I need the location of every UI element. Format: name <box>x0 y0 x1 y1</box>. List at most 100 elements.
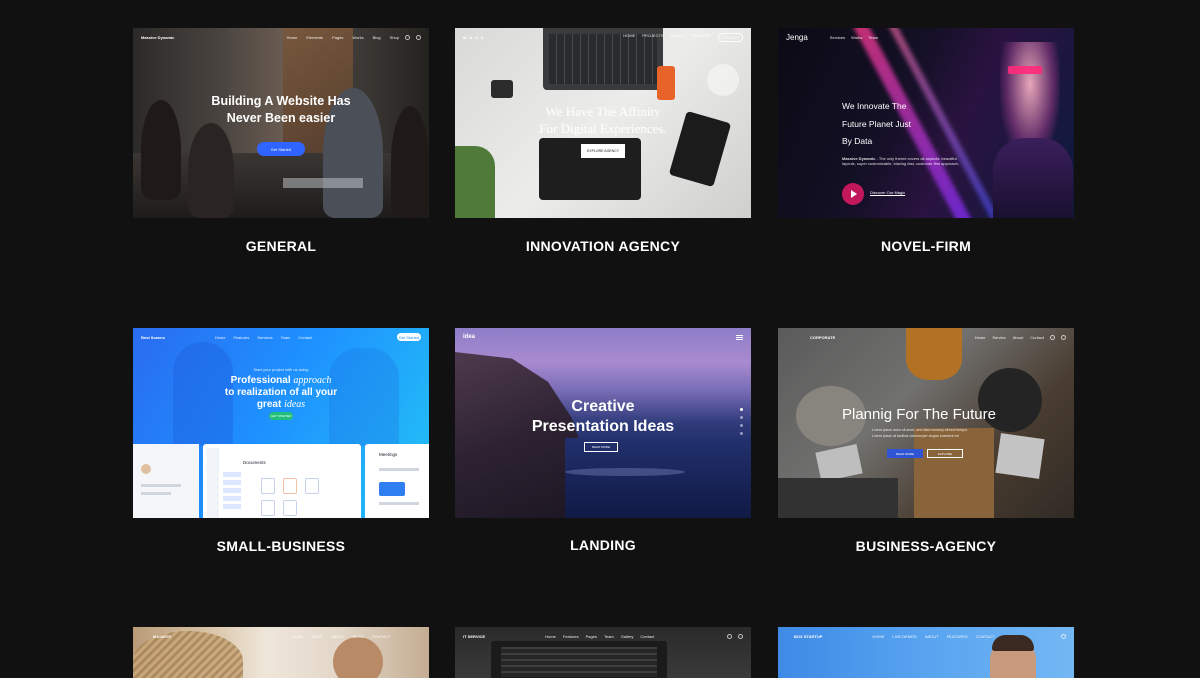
preview-subline-2: Lorem ipsum at facilisis ullamcorper cin… <box>872 434 959 438</box>
preview-nav-item: Pages <box>332 34 344 40</box>
preview-nav-item: Blog <box>372 34 381 40</box>
preview-headline-2: Never Been easier <box>226 111 336 125</box>
preview-nav-item: ABOUT <box>670 32 685 38</box>
theme-title-business-agency[interactable]: BUSINESS-AGENCY <box>778 538 1074 554</box>
theme-card-small-business[interactable]: Best Scaens Home Features Services Team … <box>133 328 429 554</box>
preview-cta-button: Get Started <box>257 142 305 156</box>
theme-thumbnail-general[interactable]: Massive Dynamic Home Elements Pages Work… <box>133 28 429 218</box>
preview-subline-1: Lorem ipsum dolor sit amet, sed diam non… <box>872 428 968 432</box>
preview-nav-item: HOME <box>291 633 304 639</box>
preview-nav-cta: Get Started <box>397 333 421 341</box>
preview-headline-2: Future Planet Just <box>842 119 911 129</box>
preview-nav-item: Team <box>603 633 614 639</box>
theme-card-business-agency[interactable]: CORPORATE Home Service About Contact Pla… <box>778 328 1074 554</box>
theme-title-small-business[interactable]: SMALL-BUSINESS <box>133 538 429 554</box>
preview-nav-item: Gallery <box>620 633 634 639</box>
search-icon <box>738 633 743 639</box>
preview-nav-item: Features <box>233 334 250 340</box>
preview-nav-item: CONTACT <box>975 633 995 639</box>
mockup-title: Meetings <box>379 452 398 457</box>
theme-card-row3-3[interactable]: BOX STARTUP HOME LIVE DEMOS ABOUT FEATUR… <box>778 627 1074 678</box>
search-icon <box>1061 633 1066 639</box>
search-icon <box>416 34 421 40</box>
preview-nav-item: HOME <box>623 32 636 38</box>
preview-nav: Jenga Services Works Team <box>778 28 1074 46</box>
preview-nav-item: Contact <box>640 633 655 639</box>
preview-cta-link: Discover Our Magic <box>870 190 906 195</box>
theme-title-innovation-agency[interactable]: INNOVATION AGENCY <box>455 238 751 254</box>
preview-headline-1: Plannig For The Future <box>842 406 996 423</box>
theme-thumbnail-landing[interactable]: idea Creative Presentation Ideas READ MO… <box>455 328 751 518</box>
play-icon <box>842 183 864 205</box>
preview-headline-1: Professional approach <box>181 375 381 387</box>
preview-nav-item: Team <box>868 34 879 40</box>
preview-nav-item: PROCESS <box>691 32 711 38</box>
theme-card-row3-2[interactable]: IT SERVICE Home Features Pages Team Gall… <box>455 627 751 678</box>
preview-nav: BOX STARTUP HOME LIVE DEMOS ABOUT FEATUR… <box>778 627 1074 645</box>
preview-headline-2: For Digital Experiences. <box>539 121 667 136</box>
preview-nav-item: Service <box>992 334 1006 340</box>
preview-brand: Best Scaens <box>141 334 165 340</box>
preview-nav-item: Home <box>974 334 986 340</box>
preview-nav: Best Scaens Home Features Services Team … <box>133 328 429 346</box>
theme-card-novel-firm[interactable]: Jenga Services Works Team We Innovate Th… <box>778 28 1074 254</box>
theme-card-general[interactable]: Massive Dynamic Home Elements Pages Work… <box>133 28 429 254</box>
theme-thumbnail-small-business[interactable]: Best Scaens Home Features Services Team … <box>133 328 429 518</box>
preview-nav-item: Home <box>286 34 298 40</box>
preview-brand: M A S S <box>463 34 485 40</box>
preview-cta-button: READ MORE <box>887 449 923 458</box>
preview-brand: IT SERVICE <box>463 633 486 639</box>
theme-thumbnail-row3-2[interactable]: IT SERVICE Home Features Pages Team Gall… <box>455 627 751 678</box>
theme-thumbnail-row3-3[interactable]: BOX STARTUP HOME LIVE DEMOS ABOUT FEATUR… <box>778 627 1074 678</box>
mockup-title: Documents <box>243 460 266 465</box>
preview-nav-item: Works <box>851 34 863 40</box>
theme-thumbnail-innovation-agency[interactable]: M A S S HOME PROJECTS ABOUT PROCESS CONT… <box>455 28 751 218</box>
preview-nav: idea <box>455 328 751 346</box>
theme-card-landing[interactable]: idea Creative Presentation Ideas READ MO… <box>455 328 751 553</box>
preview-headline-2: to realization of all your <box>224 387 338 398</box>
preview-nav-item: CONTACT <box>371 633 391 639</box>
theme-card-row3-1[interactable]: MASSIVE HOME SHOP ABOUT BLOG CONTACT <box>133 627 429 678</box>
search-icon <box>1061 334 1066 340</box>
preview-description-bold: Massive Dynamic <box>842 156 876 161</box>
preview-brand: CORPORATE <box>810 334 836 340</box>
theme-gallery: Massive Dynamic Home Elements Pages Work… <box>0 0 1200 678</box>
preview-headline-1: We Innovate The <box>842 101 907 111</box>
preview-headline-2: Presentation Ideas <box>531 418 675 435</box>
preview-nav-item: SHOP <box>311 633 324 639</box>
menu-icon <box>736 334 743 340</box>
preview-nav-item: ABOUT <box>924 633 939 639</box>
preview-headline-1-a: Professional <box>230 375 291 386</box>
preview-brand: BOX STARTUP <box>794 633 823 639</box>
mockup-left-panel <box>133 444 199 518</box>
preview-nav-item: Home <box>214 334 226 340</box>
cart-icon <box>727 633 732 639</box>
theme-card-innovation-agency[interactable]: M A S S HOME PROJECTS ABOUT PROCESS CONT… <box>455 28 751 254</box>
preview-headline-1: Creative <box>571 398 635 415</box>
preview-nav-item: Contact <box>298 334 313 340</box>
preview-nav-item: Shop <box>389 34 399 40</box>
preview-nav-item: Works <box>352 34 364 40</box>
preview-nav-item: Home <box>545 633 556 639</box>
theme-thumbnail-novel-firm[interactable]: Jenga Services Works Team We Innovate Th… <box>778 28 1074 218</box>
preview-nav-item: ABOUT <box>331 633 345 639</box>
theme-thumbnail-row3-1[interactable]: MASSIVE HOME SHOP ABOUT BLOG CONTACT <box>133 627 429 678</box>
preview-nav-item: PROJECTS <box>642 32 664 38</box>
preview-nav: MASSIVE HOME SHOP ABOUT BLOG CONTACT <box>133 627 429 645</box>
preview-cta-button: GET STARTED <box>269 412 293 420</box>
mockup-right-panel: Meetings <box>365 444 429 518</box>
theme-title-novel-firm[interactable]: NOVEL-FIRM <box>778 238 1074 254</box>
preview-headline-1: We Have The Affinity <box>545 104 661 119</box>
preview-brand: Jenga <box>786 32 808 42</box>
theme-title-general[interactable]: GENERAL <box>133 238 429 254</box>
preview-cta-button: EXPLORE AGENCY <box>581 144 625 158</box>
theme-title-landing[interactable]: LANDING <box>455 537 751 553</box>
preview-headline-1-b: approach <box>293 375 332 386</box>
preview-eyebrow: Start your project with us today <box>253 367 309 372</box>
preview-nav-item: BLOG <box>352 633 364 639</box>
cart-icon <box>405 34 410 40</box>
theme-thumbnail-business-agency[interactable]: CORPORATE Home Service About Contact Pla… <box>778 328 1074 518</box>
preview-headline-1: Building A Website Has <box>211 94 351 108</box>
preview-nav-item: CONTACT <box>717 32 743 42</box>
preview-brand: Massive Dynamic <box>141 34 175 40</box>
